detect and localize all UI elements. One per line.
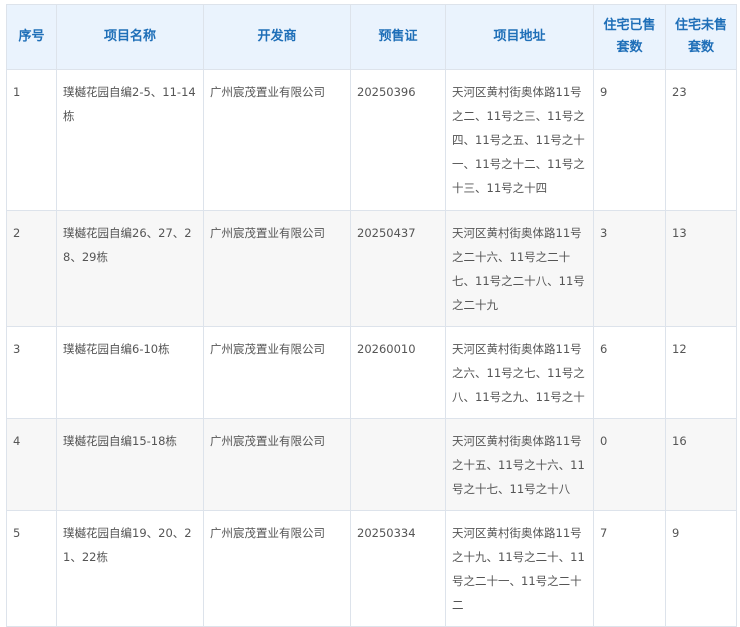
- header-units-sold: 住宅已售套数: [593, 4, 666, 70]
- cell-units-unsold: 9: [665, 510, 737, 627]
- cell-index: 4: [6, 418, 57, 511]
- cell-project-address: 天河区黄村街奥体路11号之二、11号之三、11号之四、11号之五、11号之十一、…: [445, 69, 594, 211]
- cell-index: 1: [6, 69, 57, 211]
- cell-presale-permit: 20250437: [350, 210, 446, 327]
- table-row: 5 璞樾花园自编19、20、21、22栋 广州宸茂置业有限公司 20250334…: [6, 510, 737, 627]
- cell-project-name: 璞樾花园自编6-10栋: [56, 326, 204, 419]
- cell-units-unsold: 16: [665, 418, 737, 511]
- cell-project-address: 天河区黄村街奥体路11号之十五、11号之十六、11号之十七、11号之十八: [445, 418, 594, 511]
- table-header-row: 序号 项目名称 开发商 预售证 项目地址 住宅已售套数 住宅未售套数: [6, 4, 737, 70]
- cell-presale-permit: 20250334: [350, 510, 446, 627]
- header-project-address: 项目地址: [445, 4, 594, 70]
- table-row: 2 璞樾花园自编26、27、28、29栋 广州宸茂置业有限公司 20250437…: [6, 210, 737, 327]
- cell-index: 2: [6, 210, 57, 327]
- cell-developer: 广州宸茂置业有限公司: [203, 69, 351, 211]
- cell-project-address: 天河区黄村街奥体路11号之六、11号之七、11号之八、11号之九、11号之十: [445, 326, 594, 419]
- cell-presale-permit: 20260010: [350, 326, 446, 419]
- presale-project-table: 序号 项目名称 开发商 预售证 项目地址 住宅已售套数 住宅未售套数 1 璞樾花…: [6, 4, 737, 627]
- header-index: 序号: [6, 4, 57, 70]
- project-table-container: 序号 项目名称 开发商 预售证 项目地址 住宅已售套数 住宅未售套数 1 璞樾花…: [6, 4, 737, 627]
- cell-project-name: 璞樾花园自编15-18栋: [56, 418, 204, 511]
- cell-units-unsold: 23: [665, 69, 737, 211]
- header-developer: 开发商: [203, 4, 351, 70]
- cell-project-name: 璞樾花园自编19、20、21、22栋: [56, 510, 204, 627]
- cell-project-name: 璞樾花园自编26、27、28、29栋: [56, 210, 204, 327]
- table-row: 1 璞樾花园自编2-5、11-14栋 广州宸茂置业有限公司 20250396 天…: [6, 69, 737, 211]
- cell-project-name: 璞樾花园自编2-5、11-14栋: [56, 69, 204, 211]
- header-presale-permit: 预售证: [350, 4, 446, 70]
- table-row: 4 璞樾花园自编15-18栋 广州宸茂置业有限公司 天河区黄村街奥体路11号之十…: [6, 418, 737, 511]
- cell-units-sold: 3: [593, 210, 666, 327]
- table-row: 3 璞樾花园自编6-10栋 广州宸茂置业有限公司 20260010 天河区黄村街…: [6, 326, 737, 419]
- cell-presale-permit: 20250396: [350, 69, 446, 211]
- cell-project-address: 天河区黄村街奥体路11号之十九、11号之二十、11号之二十一、11号之二十二: [445, 510, 594, 627]
- cell-units-unsold: 13: [665, 210, 737, 327]
- header-project-name: 项目名称: [56, 4, 204, 70]
- cell-units-unsold: 12: [665, 326, 737, 419]
- cell-developer: 广州宸茂置业有限公司: [203, 210, 351, 327]
- cell-index: 5: [6, 510, 57, 627]
- cell-index: 3: [6, 326, 57, 419]
- cell-developer: 广州宸茂置业有限公司: [203, 418, 351, 511]
- cell-units-sold: 0: [593, 418, 666, 511]
- cell-presale-permit: [350, 418, 446, 511]
- cell-units-sold: 7: [593, 510, 666, 627]
- cell-project-address: 天河区黄村街奥体路11号之二十六、11号之二十七、11号之二十八、11号之二十九: [445, 210, 594, 327]
- cell-units-sold: 9: [593, 69, 666, 211]
- header-units-unsold: 住宅未售套数: [665, 4, 737, 70]
- cell-developer: 广州宸茂置业有限公司: [203, 326, 351, 419]
- cell-developer: 广州宸茂置业有限公司: [203, 510, 351, 627]
- cell-units-sold: 6: [593, 326, 666, 419]
